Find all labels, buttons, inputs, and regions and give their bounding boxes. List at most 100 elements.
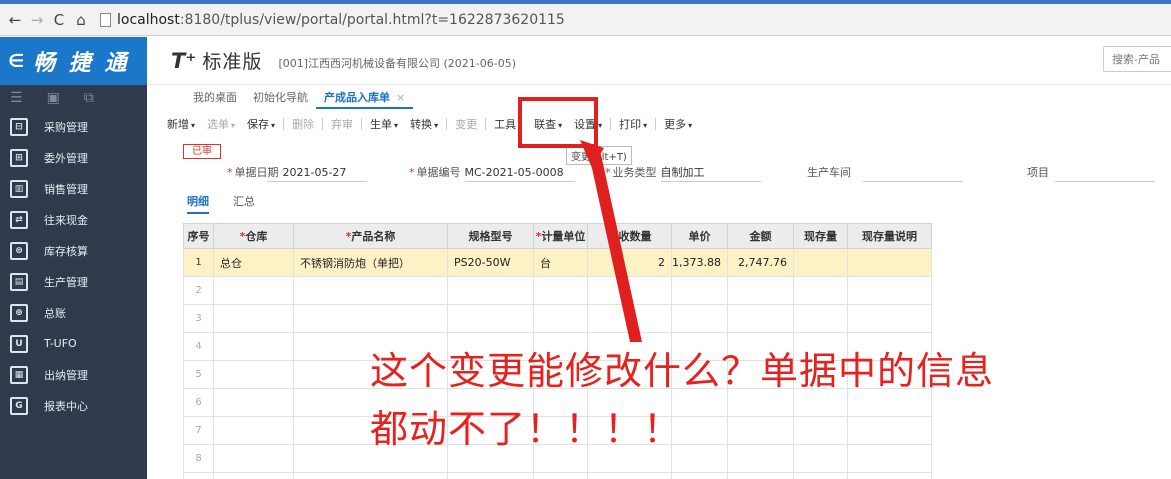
- grid-cell[interactable]: [671, 276, 728, 305]
- grid-cell[interactable]: [671, 304, 728, 333]
- grid-cell[interactable]: [293, 472, 448, 479]
- menu-icon[interactable]: ☰: [10, 90, 23, 106]
- toolbar-button[interactable]: 选单 ▾: [201, 116, 241, 132]
- grid-cell[interactable]: [213, 416, 294, 445]
- grid-cell[interactable]: [792, 248, 848, 277]
- home-icon[interactable]: ⌂: [72, 11, 90, 29]
- toolbar-button[interactable]: 删除: [286, 116, 320, 132]
- grid-cell[interactable]: PS20-50W: [447, 248, 534, 277]
- tab-item[interactable]: 我的桌面: [185, 87, 245, 109]
- grid-cell[interactable]: [213, 276, 294, 305]
- table-row[interactable]: 2: [183, 276, 932, 305]
- grid-cell[interactable]: [213, 444, 294, 473]
- grid-cell[interactable]: [792, 276, 848, 305]
- grid-cell[interactable]: [846, 472, 932, 479]
- sidebar-item[interactable]: ⊞ 委外管理: [0, 142, 147, 173]
- grid-cell[interactable]: [587, 304, 672, 333]
- toolbar-button[interactable]: 生单 ▾: [364, 116, 404, 132]
- close-tab-icon[interactable]: ×: [396, 91, 405, 104]
- grid-cell[interactable]: [587, 276, 672, 305]
- toolbar-button[interactable]: 更多 ▾: [658, 116, 698, 132]
- share-icon[interactable]: ⧉: [84, 90, 94, 106]
- grid-cell[interactable]: [846, 276, 932, 305]
- grid-cell[interactable]: [846, 304, 932, 333]
- toolbar-button[interactable]: 保存 ▾: [241, 116, 281, 132]
- grid-cell[interactable]: [447, 472, 534, 479]
- address-bar[interactable]: localhost :8180/tplus/view/portal/portal…: [100, 12, 565, 28]
- toolbar-button[interactable]: 打印 ▾: [613, 116, 653, 132]
- grid-cell[interactable]: [447, 304, 534, 333]
- ledger-icon: ⊛: [10, 303, 28, 322]
- project-field[interactable]: 项目: [1027, 164, 1155, 182]
- grid-cell[interactable]: 1,373.88: [671, 248, 728, 277]
- subtab-item[interactable]: 汇总: [233, 193, 255, 214]
- grid-cell[interactable]: [846, 248, 932, 277]
- grid-cell[interactable]: [533, 304, 588, 333]
- sidebar-item[interactable]: ⇄ 往来现金: [0, 204, 147, 235]
- grid-column-header[interactable]: 规格型号: [447, 223, 534, 249]
- grid-cell[interactable]: 不锈钢消防炮（单把）: [293, 248, 448, 277]
- date-field[interactable]: * 单据日期 2021-05-27: [227, 164, 367, 182]
- search-input[interactable]: 搜索-产品: [1103, 46, 1171, 72]
- grid-cell[interactable]: [447, 276, 534, 305]
- grid-cell[interactable]: [213, 304, 294, 333]
- forward-icon[interactable]: →: [28, 11, 46, 29]
- grid-cell[interactable]: [726, 276, 794, 305]
- sidebar-item[interactable]: ⊛ 总账: [0, 297, 147, 328]
- grid-cell[interactable]: 2,747.76: [726, 248, 794, 277]
- toolbar-button-label: 更多: [664, 118, 687, 131]
- toolbar-button[interactable]: 转换 ▾: [404, 116, 444, 132]
- grid-cell[interactable]: [726, 472, 794, 479]
- grid-cell[interactable]: [587, 472, 672, 479]
- doc-icon[interactable]: ▣: [47, 90, 60, 106]
- grid-cell[interactable]: [213, 360, 294, 389]
- sidebar-item[interactable]: ▤ 生产管理: [0, 266, 147, 297]
- tab-item[interactable]: 初始化导航: [245, 87, 316, 109]
- grid-column-header[interactable]: 现存量: [792, 223, 848, 249]
- grid-column-header[interactable]: 实收数量: [587, 223, 672, 249]
- tufo-icon: U: [10, 334, 28, 353]
- workshop-field[interactable]: 生产车间: [807, 164, 963, 182]
- sidebar-item[interactable]: ▦ 出纳管理: [0, 359, 147, 390]
- grid-cell[interactable]: [533, 276, 588, 305]
- grid-cell[interactable]: [671, 472, 728, 479]
- grid-cell[interactable]: [726, 304, 794, 333]
- sidebar-item[interactable]: ▥ 销售管理: [0, 173, 147, 204]
- table-row[interactable]: 3: [183, 304, 932, 333]
- grid-cell[interactable]: [213, 472, 294, 479]
- sidebar-item[interactable]: G 报表中心: [0, 390, 147, 421]
- grid-column-header[interactable]: 现存量说明: [846, 223, 932, 249]
- back-icon[interactable]: ←: [6, 11, 24, 29]
- code-field[interactable]: * 单据编号 MC-2021-05-0008: [409, 164, 575, 182]
- sidebar-item[interactable]: U T-UFO: [0, 328, 147, 359]
- reload-icon[interactable]: C: [50, 11, 68, 29]
- table-row[interactable]: 9: [183, 472, 932, 479]
- grid-cell[interactable]: [213, 332, 294, 361]
- tab-item[interactable]: 产成品入库单 ×: [316, 87, 414, 109]
- biztype-field[interactable]: * 业务类型 自制加工: [605, 164, 761, 182]
- toolbar-button[interactable]: 变更: [449, 116, 483, 132]
- collapse-arrow-icon[interactable]: ∈: [8, 51, 27, 72]
- grid-cell[interactable]: [213, 388, 294, 417]
- grid-column-header[interactable]: *仓库: [213, 223, 294, 249]
- toolbar-button[interactable]: 新增 ▾: [161, 116, 201, 132]
- sidebar-item[interactable]: ⊟ 采购管理: [0, 111, 147, 142]
- grid-cell[interactable]: 总仓: [213, 248, 294, 277]
- doc-toolbar: 新增 ▾ 选单 ▾ 保存 ▾ 删除 弃审 生单 ▾ 转换 ▾ 变更 工具 ▾ 联查 ▾ 设置 ▾ 打印 ▾ 更多 ▾: [147, 113, 1171, 135]
- grid-column-header[interactable]: *产品名称: [293, 223, 448, 249]
- grid-cell[interactable]: [792, 472, 848, 479]
- grid-column-header[interactable]: 单价: [671, 223, 728, 249]
- grid-cell[interactable]: [293, 276, 448, 305]
- grid-column-header[interactable]: *计量单位: [533, 223, 588, 249]
- sidebar-item[interactable]: ⊜ 库存核算: [0, 235, 147, 266]
- grid-cell[interactable]: 2: [587, 248, 672, 277]
- grid-cell[interactable]: [792, 304, 848, 333]
- subtab-item[interactable]: 明细: [187, 193, 209, 214]
- table-row[interactable]: 1 总仓 不锈钢消防炮（单把） PS20-50W 台 2 1,373.88 2,747.76: [183, 248, 932, 277]
- grid-cell[interactable]: [533, 472, 588, 479]
- grid-cell[interactable]: [293, 304, 448, 333]
- toolbar-button[interactable]: 弃审: [325, 116, 359, 132]
- grid-cell[interactable]: 台: [533, 248, 588, 277]
- grid-column-header[interactable]: 金额: [726, 223, 794, 249]
- grid-column-header[interactable]: 序号: [183, 223, 214, 249]
